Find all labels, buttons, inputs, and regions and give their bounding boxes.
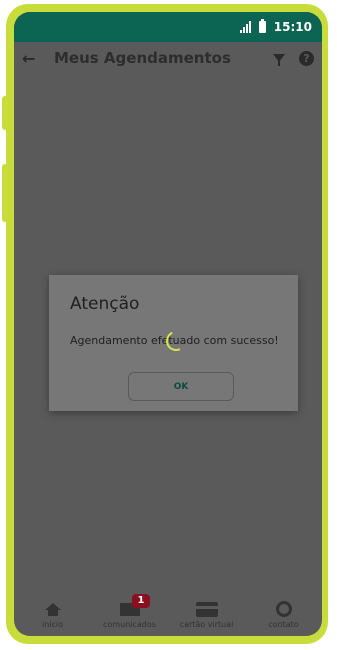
card-icon	[195, 601, 218, 617]
alert-dialog: Atenção Agendamento efetuado com sucesso…	[49, 275, 298, 411]
help-icon[interactable]: ?	[299, 50, 314, 66]
nav-item-contato[interactable]: contato	[245, 598, 322, 629]
dialog-title: Atenção	[70, 294, 140, 314]
nav-label: contato	[268, 620, 299, 629]
loading-spinner-icon	[163, 328, 189, 354]
headset-icon	[275, 601, 292, 617]
nav-label: início	[41, 620, 64, 629]
bottom-nav: início 1 comunicados cartão virtual cont…	[14, 594, 322, 636]
nav-label: cartão virtual	[179, 620, 234, 629]
battery-icon	[258, 19, 266, 33]
home-icon	[44, 602, 61, 616]
screen: 15:10 ← Meus Agendamentos ? Atenção Agen…	[14, 12, 322, 636]
filter-icon[interactable]	[273, 54, 285, 66]
status-bar: 15:10	[14, 12, 322, 42]
page-title: Meus Agendamentos	[54, 49, 231, 67]
ok-button[interactable]: OK	[128, 372, 234, 401]
nav-item-cartao-virtual[interactable]: cartão virtual	[168, 598, 245, 629]
arrow-left-icon[interactable]: ←	[22, 49, 42, 68]
nav-label: comunicados	[103, 620, 156, 629]
nav-item-comunicados[interactable]: 1 comunicados	[91, 594, 168, 629]
signal-icon	[239, 21, 251, 33]
status-time: 15:10	[273, 20, 312, 34]
app-header: ← Meus Agendamentos ?	[14, 42, 322, 74]
notification-badge: 1	[132, 594, 150, 608]
nav-item-inicio[interactable]: início	[14, 598, 91, 629]
